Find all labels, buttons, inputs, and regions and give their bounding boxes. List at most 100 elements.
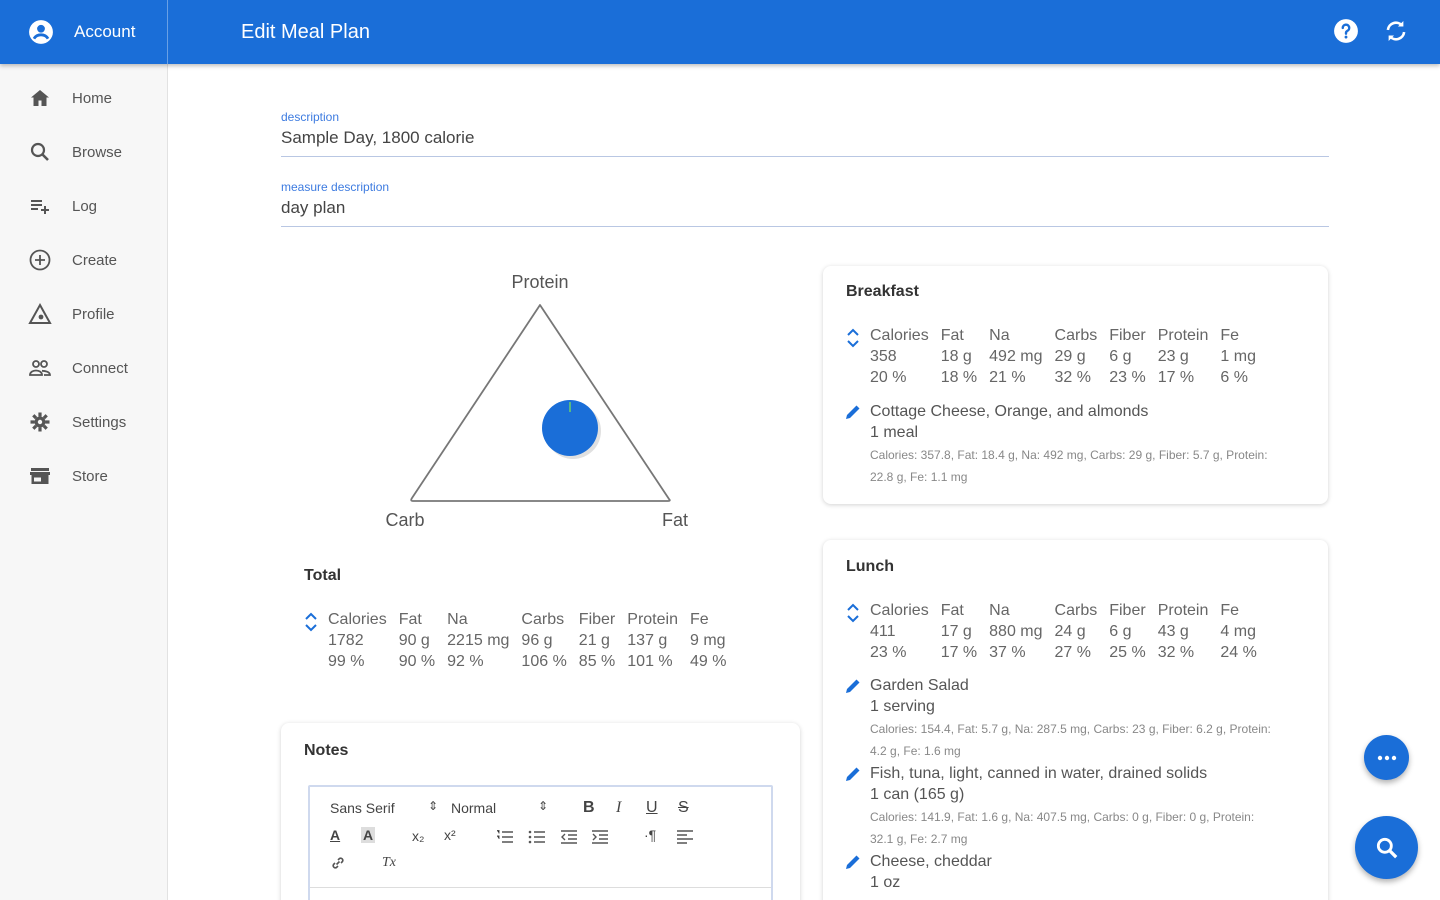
link-icon[interactable] bbox=[330, 855, 346, 871]
food-amount: 1 oz bbox=[870, 874, 901, 891]
table-cell: 4 mg bbox=[1220, 622, 1256, 640]
account-button[interactable]: Account bbox=[0, 0, 168, 64]
table-cell: 106 % bbox=[521, 652, 567, 670]
measure-description-field[interactable]: measure description day plan bbox=[281, 180, 1329, 227]
search-fab-button[interactable] bbox=[1355, 816, 1418, 879]
table-cell: 411 bbox=[870, 622, 896, 640]
font-select[interactable]: Sans Serif bbox=[330, 800, 395, 816]
strikethrough-button[interactable]: S bbox=[678, 799, 689, 817]
edit-pencil-icon[interactable] bbox=[844, 677, 862, 695]
home-icon bbox=[31, 90, 49, 106]
measure-description-label: measure description bbox=[281, 180, 390, 194]
sidebar-item-settings[interactable]: Settings bbox=[0, 402, 168, 442]
breakfast-title: Breakfast bbox=[846, 283, 919, 300]
measure-description-input[interactable]: day plan bbox=[281, 198, 1329, 226]
table-cell: Fiber bbox=[578, 610, 616, 628]
chevron-updown-icon[interactable]: ⇕ bbox=[538, 799, 548, 813]
highlight-icon[interactable]: A bbox=[361, 827, 376, 843]
table-cell: Protein bbox=[1157, 326, 1209, 344]
clear-format-button[interactable]: Tx bbox=[382, 855, 396, 871]
edit-pencil-icon[interactable] bbox=[844, 765, 862, 783]
table-cell: Calories bbox=[328, 610, 387, 628]
food-detail: Calories: 141.9, Fat: 1.6 g, Na: 407.5 m… bbox=[870, 810, 1255, 846]
lunch-title: Lunch bbox=[846, 558, 894, 575]
underline-button[interactable]: U bbox=[646, 799, 658, 817]
search-icon bbox=[30, 142, 49, 161]
superscript-button[interactable]: x² bbox=[444, 827, 456, 843]
add-circle-icon bbox=[29, 249, 51, 271]
help-button[interactable] bbox=[1333, 18, 1359, 44]
sidebar-item-connect[interactable]: Connect bbox=[0, 348, 168, 388]
page-title: Edit Meal Plan bbox=[241, 21, 370, 43]
notes-editor[interactable]: Sans Serif ⇕ Normal ⇕ B I U S A A x₂ x² … bbox=[308, 785, 773, 900]
size-select[interactable]: Normal bbox=[451, 800, 496, 816]
description-input[interactable]: Sample Day, 1800 calorie bbox=[281, 128, 1329, 156]
table-cell: Calories bbox=[870, 326, 929, 344]
table-cell: 49 % bbox=[689, 652, 727, 670]
description-field[interactable]: description Sample Day, 1800 calorie bbox=[281, 110, 1329, 157]
more-options-button[interactable] bbox=[1364, 735, 1409, 780]
help-icon bbox=[1334, 19, 1358, 43]
sidebar: Home Browse Log Create Profile Connect S… bbox=[0, 64, 168, 900]
ordered-list-icon[interactable] bbox=[496, 829, 514, 845]
food-name: Cheese, cheddar bbox=[870, 853, 992, 870]
account-circle-icon bbox=[29, 20, 53, 44]
table-cell: Na bbox=[989, 326, 1010, 344]
text-direction-icon[interactable]: ·¶ bbox=[644, 827, 656, 843]
edit-pencil-icon[interactable] bbox=[844, 403, 862, 421]
sort-icon[interactable] bbox=[846, 602, 860, 624]
text-color-icon[interactable]: A bbox=[330, 827, 340, 843]
table-cell: Na bbox=[447, 610, 468, 628]
table-cell: Carbs bbox=[1054, 326, 1098, 344]
sort-icon[interactable] bbox=[304, 611, 318, 633]
table-row: Calories Fat Na Carbs Fiber Protein Fe bbox=[870, 600, 1269, 621]
table-row: Calories Fat Na Carbs Fiber Protein Fe bbox=[328, 609, 738, 630]
table-cell: 32 % bbox=[1054, 368, 1091, 386]
gear-icon bbox=[30, 412, 50, 432]
list-item: Garden Salad 1 serving Calories: 154.4, … bbox=[846, 675, 1280, 762]
table-cell: 1782 bbox=[328, 631, 364, 649]
outdent-icon[interactable] bbox=[560, 829, 578, 845]
align-left-icon[interactable] bbox=[676, 829, 694, 845]
editor-divider bbox=[310, 887, 771, 888]
table-cell: Fiber bbox=[1109, 601, 1146, 619]
lunch-nutrition-table: Calories Fat Na Carbs Fiber Protein Fe 4… bbox=[870, 600, 1269, 663]
sidebar-item-browse[interactable]: Browse bbox=[0, 132, 168, 172]
sidebar-item-label: Store bbox=[72, 467, 108, 485]
table-row: 1782 90 g 2215 mg 96 g 21 g 137 g 9 mg bbox=[328, 630, 738, 651]
table-row: 23 % 17 % 37 % 27 % 25 % 32 % 24 % bbox=[870, 642, 1269, 663]
macro-triangle-chart: Protein Carb Fat bbox=[385, 272, 688, 530]
edit-pencil-icon[interactable] bbox=[844, 853, 862, 871]
sidebar-item-log[interactable]: Log bbox=[0, 186, 168, 226]
subscript-button[interactable]: x₂ bbox=[412, 828, 424, 844]
table-cell: 17 % bbox=[940, 643, 978, 661]
italic-button[interactable]: I bbox=[616, 799, 621, 817]
sidebar-item-create[interactable]: Create bbox=[0, 240, 168, 280]
table-row: 20 % 18 % 21 % 32 % 23 % 17 % 6 % bbox=[870, 367, 1268, 388]
table-cell: 85 % bbox=[578, 652, 616, 670]
sidebar-item-profile[interactable]: Profile bbox=[0, 294, 168, 334]
list-item: Fish, tuna, light, canned in water, drai… bbox=[846, 763, 1280, 850]
sidebar-item-store[interactable]: Store bbox=[0, 456, 168, 496]
table-cell: 6 % bbox=[1220, 368, 1248, 386]
sidebar-item-label: Profile bbox=[72, 305, 115, 323]
table-cell: Fat bbox=[940, 601, 964, 619]
table-cell: 24 % bbox=[1220, 643, 1257, 661]
triangle-icon bbox=[28, 302, 52, 324]
table-cell: 880 mg bbox=[989, 622, 1043, 640]
sidebar-item-home[interactable]: Home bbox=[0, 78, 168, 118]
chart-label-protein: Protein bbox=[511, 272, 568, 292]
sort-icon[interactable] bbox=[846, 327, 860, 349]
table-cell: 90 g bbox=[398, 631, 430, 649]
sync-icon bbox=[1386, 21, 1406, 41]
table-cell: 99 % bbox=[328, 652, 365, 670]
bold-button[interactable]: B bbox=[583, 799, 595, 817]
sidebar-item-label: Settings bbox=[72, 413, 127, 431]
food-name: Garden Salad bbox=[870, 677, 969, 694]
food-name: Cottage Cheese, Orange, and almonds bbox=[870, 403, 1149, 420]
more-horiz-icon bbox=[1377, 755, 1396, 760]
chevron-updown-icon[interactable]: ⇕ bbox=[428, 799, 438, 813]
sync-button[interactable] bbox=[1383, 18, 1409, 44]
indent-icon[interactable] bbox=[591, 829, 609, 845]
bullet-list-icon[interactable] bbox=[528, 829, 546, 845]
